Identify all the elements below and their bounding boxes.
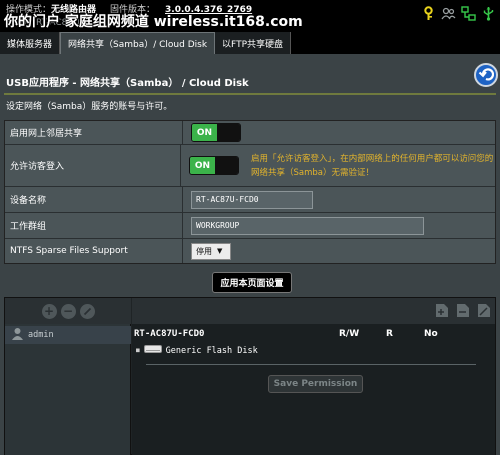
guest-login-warning: 启用「允许访客登入」，在内部网络上的任何用户都可以访问您的网络共享（Samba）… [251,153,494,178]
watermark: 你的门户 家庭组网频道 wireless.it168.com [4,14,303,30]
disk-icon [143,344,162,357]
device-name-input[interactable]: RT-AC87U-FCD0 [191,190,313,209]
device-label: RT-AC87U-FCD0 [134,329,205,339]
folder-actions [435,303,491,318]
column-r: R [386,329,393,339]
user-name: admin [28,330,54,340]
remove-user-icon[interactable]: − [60,303,76,319]
network-neighborhood-toggle[interactable]: ON [191,123,241,142]
column-no: No [424,329,438,339]
page-title: USB应用程序 - 网络共享（Samba） / Cloud Disk [6,78,249,89]
setting-row-ntfs-sparse: NTFS Sparse Files Support 停用 ▼ [5,239,495,263]
add-folder-icon[interactable] [435,303,449,318]
ntfs-sparse-label: NTFS Sparse Files Support [5,239,183,263]
user-icon [11,327,24,343]
ntfs-sparse-select[interactable]: 停用 ▼ [191,242,231,260]
edit-folder-icon[interactable] [477,303,491,318]
guest-login-toggle[interactable]: ON [189,156,239,175]
add-user-icon[interactable]: + [41,303,57,319]
page-description: 设定网络（Samba）服务的账号与许可。 [6,102,173,112]
device-name-label: 设备名称 [5,187,183,212]
network-neighborhood-label: 启用网上邻居共享 [5,121,183,144]
users-icon[interactable] [441,6,456,21]
setting-row-network-neighborhood: 启用网上邻居共享 ON [5,121,495,145]
permissions-panel: + − admin RT-AC87U-FCD0 R/W R No ■ Gener… [4,297,496,455]
header-divider [4,93,496,95]
user-toolbar: + − [5,298,131,324]
user-list-pane: + − admin [5,298,131,455]
permissions-divider [146,364,476,365]
column-rw: R/W [339,329,360,339]
tab-media-server[interactable]: 媒体服务器 [0,32,61,54]
expand-icon[interactable]: ■ [136,347,140,354]
ntfs-sparse-value: 停用 [196,246,212,256]
setting-row-workgroup: 工作群组 WORKGROUP [5,213,495,239]
disk-item[interactable]: ■ Generic Flash Disk [136,344,258,357]
setting-row-guest-login: 允许访客登入 ON 启用「允许访客登入」，在内部网络上的任何用户都可以访问您的网… [5,145,495,187]
guest-login-label: 允许访客登入 [5,145,181,186]
network-icon[interactable] [461,6,476,21]
key-icon[interactable] [421,6,436,21]
toggle-on-label: ON [192,124,217,141]
back-button[interactable] [474,63,498,87]
toggle-on-label: ON [190,157,215,174]
tab-samba[interactable]: 网络共享（Samba）/ Cloud Disk [60,32,216,54]
share-permissions-pane: RT-AC87U-FCD0 R/W R No ■ Generic Flash D… [132,298,495,455]
chevron-down-icon: ▼ [217,247,223,255]
delete-folder-icon[interactable] [456,303,470,318]
folder-toolbar [132,298,495,324]
status-bar: 操作模式：无线路由器 固件版本： 3.0.0.4.376_2769 SSID：RT-… [0,0,500,32]
setting-row-device-name: 设备名称 RT-AC87U-FCD0 [5,187,495,213]
workgroup-label: 工作群组 [5,213,183,238]
apply-button[interactable]: 应用本页面设置 [212,272,292,293]
edit-user-icon[interactable] [79,303,95,319]
user-item-admin[interactable]: admin [5,326,131,344]
save-permission-button[interactable]: Save Permission [268,375,363,393]
back-arrow-icon [478,66,495,85]
disk-name: Generic Flash Disk [165,345,258,356]
toggle-knob [215,157,238,174]
tab-bar: 媒体服务器 网络共享（Samba）/ Cloud Disk 以FTP共享硬盘 [0,32,500,54]
toggle-knob [217,124,240,141]
workgroup-input[interactable]: WORKGROUP [191,216,424,235]
status-icons [421,6,496,21]
tab-ftp[interactable]: 以FTP共享硬盘 [215,32,291,54]
usb-icon[interactable] [481,6,496,21]
settings-table: 启用网上邻居共享 ON 允许访客登入 ON 启用「允许访客登入」，在内部网络上的… [4,120,496,264]
